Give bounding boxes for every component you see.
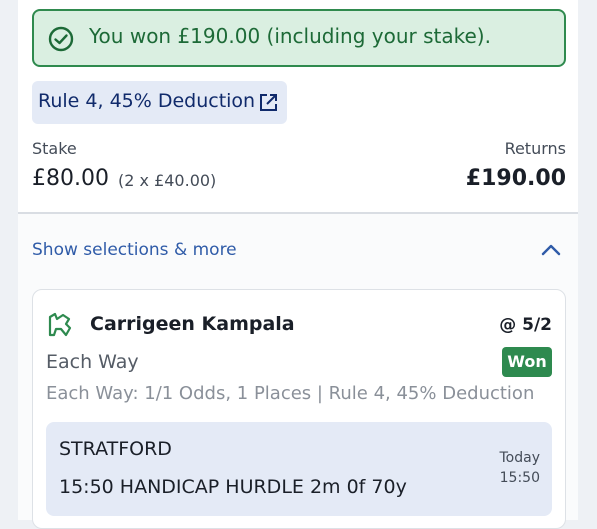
race-venue: STRATFORD (59, 438, 172, 460)
external-link-icon[interactable] (258, 92, 279, 113)
each-way-terms: Each Way: 1/1 Odds, 1 Places | Rule 4, 4… (46, 383, 535, 404)
rule4-label[interactable]: Rule 4, 45% Deduction (38, 90, 255, 112)
show-selections-toggle[interactable]: Show selections & more (32, 240, 237, 260)
selection-name: Carrigeen Kampala (90, 313, 295, 335)
horse-racing-icon (48, 312, 72, 337)
status-badge: Won (502, 347, 552, 377)
check-circle-icon (48, 26, 74, 52)
win-message: You won £190.00 (including your stake). (89, 24, 491, 48)
returns-label: Returns (504, 139, 566, 158)
stake-detail: (2 x £40.00) (118, 171, 217, 190)
race-info (46, 422, 552, 516)
returns-value: £190.00 (465, 166, 566, 191)
selection-odds: @ 5/2 (499, 315, 552, 335)
stake-label: Stake (32, 139, 77, 158)
chevron-up-icon[interactable] (540, 241, 562, 259)
bet-type: Each Way (46, 351, 139, 373)
race-name: 15:50 HANDICAP HURDLE 2m 0f 70y (59, 476, 407, 498)
race-day: Today (499, 450, 541, 466)
race-time: 15:50 (499, 470, 540, 486)
stake-value: £80.00 (32, 166, 109, 191)
